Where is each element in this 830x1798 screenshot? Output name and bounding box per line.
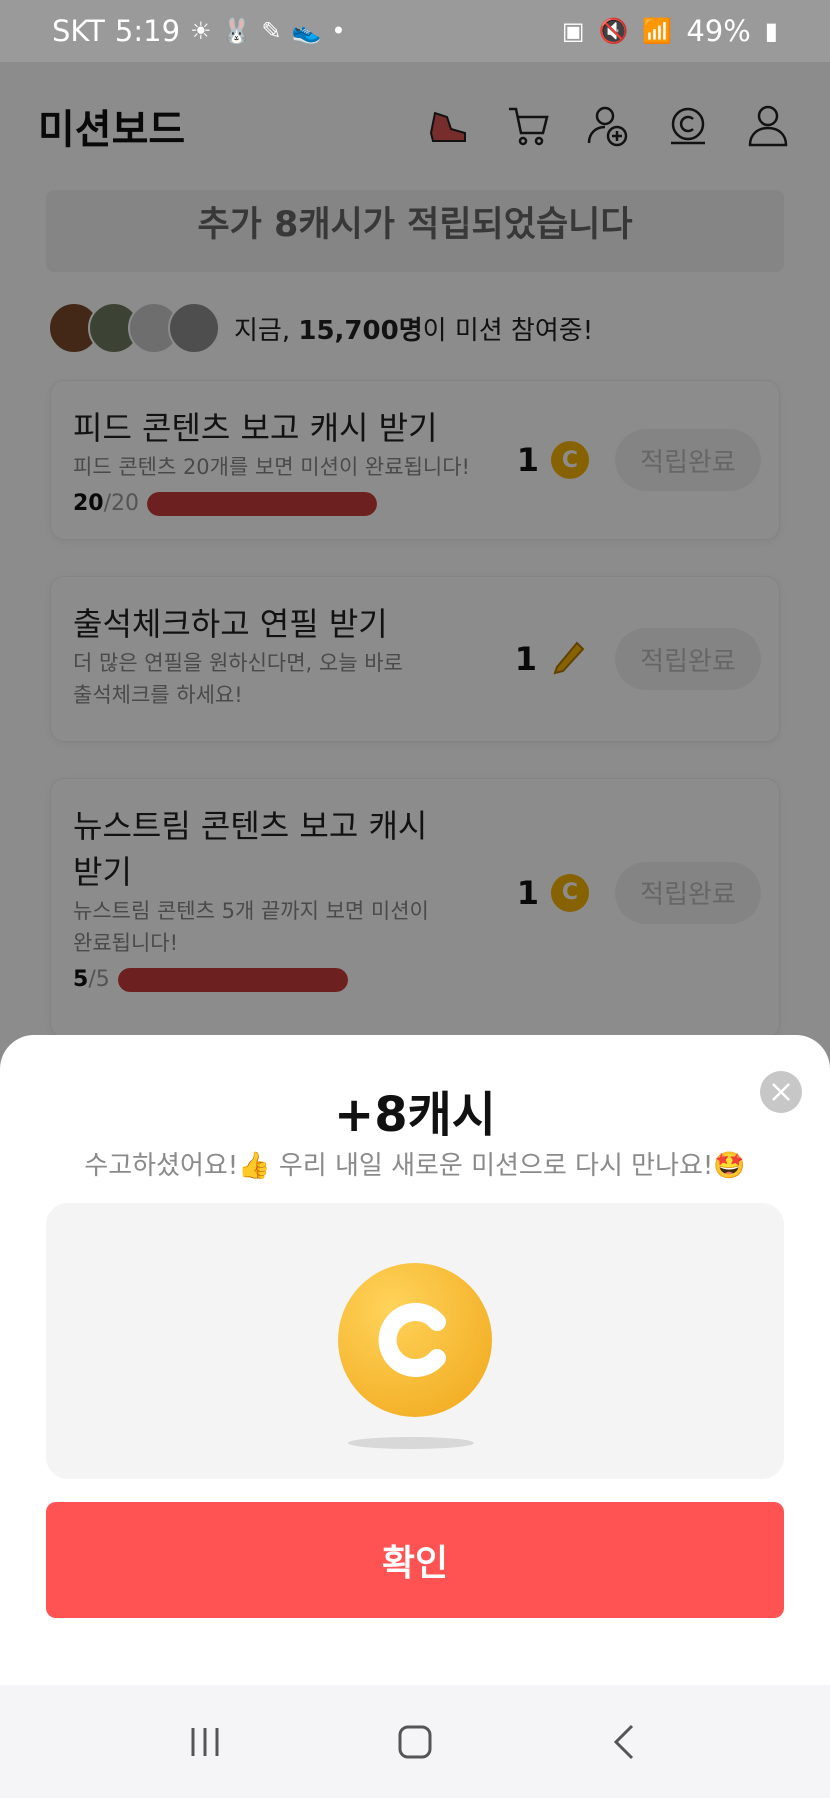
cash-coin-icon <box>338 1263 492 1417</box>
battery-saver-icon: ▣ <box>561 17 585 45</box>
system-nav-bar <box>0 1685 830 1798</box>
dot-icon: • <box>331 17 346 45</box>
coin-illustration-box <box>46 1203 784 1479</box>
back-icon[interactable] <box>595 1712 655 1772</box>
coin-shadow <box>348 1437 474 1449</box>
shoe-status-icon: 👟 <box>291 17 322 45</box>
home-icon[interactable] <box>385 1712 445 1772</box>
battery-label: 49% <box>686 14 751 48</box>
confirm-button[interactable]: 확인 <box>46 1502 784 1618</box>
clock: 5:19 <box>114 14 181 48</box>
reward-title: +8캐시 <box>334 1087 496 1143</box>
pen-icon: ✎ <box>261 17 282 45</box>
wifi-icon: 📶 <box>642 17 673 45</box>
mute-icon: 🔇 <box>598 17 629 45</box>
recent-apps-icon[interactable] <box>175 1712 235 1772</box>
rabbit-icon: 🐰 <box>221 17 252 45</box>
status-bar: SKT 5:19 ☀ 🐰 ✎ 👟 • ▣ 🔇 📶 49% ▮ <box>0 0 830 62</box>
reward-bottom-sheet: +8캐시 수고하셨어요!👍 우리 내일 새로운 미션으로 다시 만나요!🤩 확인 <box>0 1035 830 1685</box>
carrier-label: SKT <box>52 14 105 48</box>
sun-icon: ☀ <box>190 17 212 45</box>
reward-subtitle: 수고하셨어요!👍 우리 내일 새로운 미션으로 다시 만나요!🤩 <box>84 1151 746 1181</box>
close-icon[interactable] <box>760 1071 802 1113</box>
battery-icon: ▮ <box>764 17 778 45</box>
